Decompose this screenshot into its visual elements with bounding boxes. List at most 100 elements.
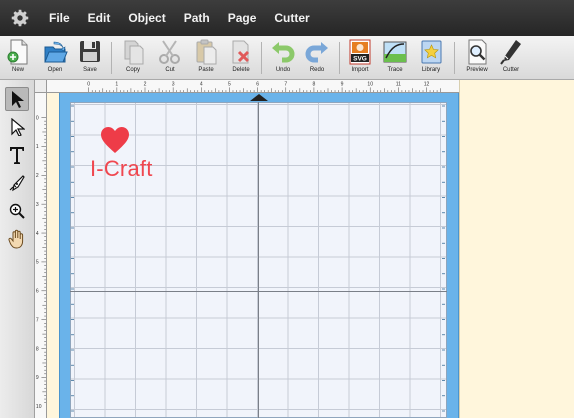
mat-right-ticks [442,105,445,412]
ruler-label: 0 [36,115,39,121]
heart-shape[interactable] [99,124,131,156]
menu-cutter[interactable]: Cutter [265,11,318,25]
ruler-label: 6 [256,82,259,88]
cut-label: Cut [165,67,175,73]
preview-label: Preview [466,67,488,73]
mat-left-ticks [71,105,74,412]
ruler-label: 7 [36,318,39,324]
toolbar-separator [111,42,112,74]
new-button[interactable]: New [1,38,35,78]
copy-icon [124,40,144,65]
new-document-icon [7,39,28,65]
ruler-label: 8 [36,346,39,352]
ruler-label: 2 [144,82,147,88]
toolbar-separator [454,42,455,74]
new-label: New [11,67,24,73]
ruler-label: 12 [424,82,430,88]
redo-button[interactable]: Redo [300,38,334,78]
pen-tool[interactable] [5,171,29,195]
cutter-blade-icon [500,40,521,65]
menu-object[interactable]: Object [119,11,174,25]
delete-icon [232,40,250,64]
library-star-icon [421,40,442,64]
ruler-label: 2 [36,173,39,179]
paste-label: Paste [198,67,214,73]
cutter-label: Cutter [502,67,520,73]
scissors-icon [159,40,180,64]
ruler-label: 9 [36,375,39,381]
ruler-label: 1 [115,82,118,88]
zoom-tool-icon [9,203,25,219]
library-button[interactable]: Library [414,38,448,78]
toolbar: New Open Save Copy Cut Paste Delete Undo… [0,36,574,80]
ruler-label: 1 [36,144,39,150]
menu-page[interactable]: Page [219,11,266,25]
vertical-ruler: 0 1 2 3 4 5 6 7 8 9 10 [35,93,47,418]
paste-button[interactable]: Paste [189,38,223,78]
copy-button[interactable]: Copy [116,38,150,78]
canvas-center-vertical-line [258,102,259,418]
ruler-corner [35,80,47,93]
ruler-label: 4 [36,231,39,237]
open-button[interactable]: Open [38,38,72,78]
trace-icon [383,41,407,63]
ruler-label: 9 [341,82,344,88]
library-label: Library [421,67,441,73]
redo-label: Redo [309,67,325,73]
hand-pan-icon [8,229,24,249]
cutter-button[interactable]: Cutter [494,38,528,78]
ruler-label: 3 [172,82,175,88]
menu-edit[interactable]: Edit [79,11,120,25]
delete-label: Delete [232,67,250,73]
mat-top-arrow-icon [250,94,268,101]
right-side-panel [459,80,574,418]
menu-bar: File Edit Object Path Page Cutter [0,0,574,36]
open-label: Open [47,67,63,73]
select-arrow-icon [12,91,24,108]
save-label: Save [83,67,97,73]
cut-button[interactable]: Cut [153,38,187,78]
ruler-label: 7 [284,82,287,88]
svg-text:SVG: SVG [353,56,367,63]
ruler-label: 5 [36,260,39,266]
menu-path[interactable]: Path [175,11,219,25]
horizontal-ruler: 0 1 2 3 4 5 6 7 8 9 10 11 12 [47,80,459,93]
preview-magnifier-icon [468,39,487,65]
copy-label: Copy [125,67,140,73]
delete-button[interactable]: Delete [224,38,258,78]
trace-label: Trace [387,67,403,73]
tool-palette [0,80,35,418]
save-button[interactable]: Save [73,38,107,78]
node-select-tool[interactable] [5,115,29,139]
ruler-label: 11 [396,82,401,88]
import-button[interactable]: SVG Import [343,38,377,78]
hand-tool[interactable] [5,227,29,251]
ruler-label: 0 [87,82,90,88]
ruler-label: 10 [367,82,373,88]
toolbar-separator [339,42,340,74]
select-tool[interactable] [5,87,29,111]
ruler-label: 5 [228,82,231,88]
text-tool-icon [10,147,24,164]
ruler-label: 3 [36,202,39,208]
import-label: Import [351,67,369,73]
zoom-tool[interactable] [5,199,29,223]
gear-icon[interactable] [0,0,40,36]
node-select-icon [11,118,25,136]
redo-icon [305,42,328,63]
ruler-label: 4 [200,82,203,88]
undo-button[interactable]: Undo [266,38,300,78]
text-tool[interactable] [5,143,29,167]
undo-icon [272,42,295,63]
trace-button[interactable]: Trace [378,38,412,78]
toolbar-separator [261,42,262,74]
icraft-text-object[interactable]: I-Craft [90,156,153,182]
open-folder-icon [44,41,68,63]
undo-label: Undo [275,67,291,73]
preview-button[interactable]: Preview [460,38,494,78]
menu-file[interactable]: File [40,11,79,25]
paste-icon [196,39,217,65]
save-floppy-icon [80,41,100,62]
ruler-label: 10 [36,404,42,410]
svg-import-icon: SVG [349,39,371,65]
